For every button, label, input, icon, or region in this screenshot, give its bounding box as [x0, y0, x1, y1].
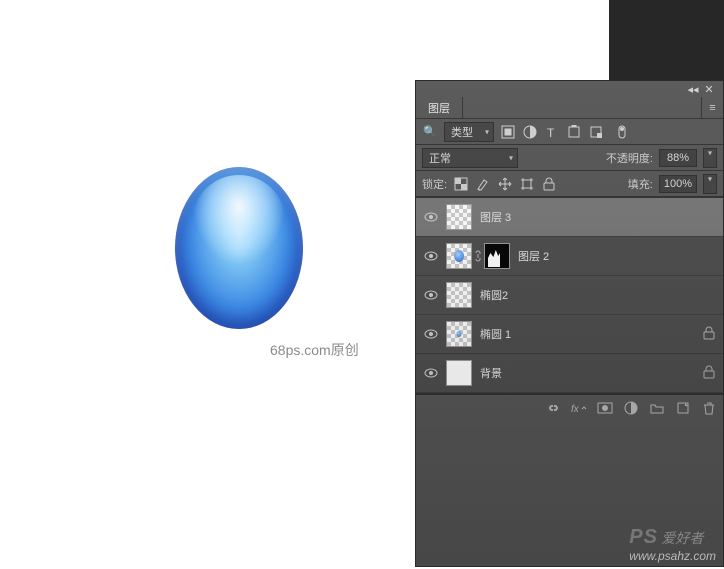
filter-type-value: 类型 — [451, 124, 473, 140]
watermark-cn: 爱好者 — [661, 530, 703, 546]
blend-row: 正常 ▾ 不透明度: 88% ▾ — [416, 145, 723, 171]
footer-mask-icon[interactable] — [597, 400, 613, 416]
lock-artboard-icon[interactable] — [519, 176, 535, 192]
opacity-dropdown[interactable]: ▾ — [703, 148, 717, 168]
panel-top-controls: ◂◂ ✕ — [416, 81, 723, 97]
watermark-url: www.psahz.com — [629, 549, 716, 563]
footer-group-icon[interactable] — [649, 400, 665, 416]
visibility-toggle[interactable] — [424, 210, 438, 224]
lock-transparent-icon[interactable] — [453, 176, 469, 192]
opacity-label: 不透明度: — [606, 150, 653, 166]
visibility-toggle[interactable] — [424, 366, 438, 380]
layer-thumbs — [446, 282, 472, 308]
layer-thumbnail[interactable] — [446, 243, 472, 269]
filter-shape-icon[interactable] — [566, 124, 582, 140]
layer-row[interactable]: 椭圆 1 — [416, 315, 723, 354]
collapse-icon[interactable]: ◂◂ — [685, 81, 701, 97]
tab-layers[interactable]: 图层 — [416, 97, 463, 118]
lock-position-icon[interactable] — [497, 176, 513, 192]
filter-type-select[interactable]: 类型 ▾ — [444, 122, 494, 142]
filter-pixel-icon[interactable] — [500, 124, 516, 140]
layer-thumbs — [446, 321, 472, 347]
lock-icon — [703, 365, 715, 382]
layer-row[interactable]: 图层 2 — [416, 237, 723, 276]
layer-thumbnail[interactable] — [446, 360, 472, 386]
watermark: PS 爱好者 www.psahz.com — [629, 526, 716, 563]
layer-list: 图层 3 图层 2 椭圆2 椭圆 1 — [416, 197, 723, 393]
search-icon[interactable]: 🔍 — [422, 124, 438, 140]
svg-text:T: T — [547, 126, 555, 139]
lock-icon — [703, 326, 715, 343]
panel-menu-icon[interactable]: ≡ — [701, 97, 723, 118]
visibility-toggle[interactable] — [424, 327, 438, 341]
lock-all-icon[interactable] — [541, 176, 557, 192]
footer-link-icon[interactable] — [545, 400, 561, 416]
watermark-logo: PS — [629, 526, 658, 548]
credit-text: 68ps.com原创 — [270, 340, 359, 360]
layer-row[interactable]: 图层 3 — [416, 198, 723, 237]
filter-smart-icon[interactable] — [588, 124, 604, 140]
blend-mode-select[interactable]: 正常 ▾ — [422, 148, 518, 168]
layer-name[interactable]: 图层 2 — [518, 248, 549, 264]
chevron-down-icon: ▾ — [708, 149, 712, 158]
layer-thumbnail[interactable] — [446, 321, 472, 347]
artwork-orb — [175, 167, 303, 329]
layer-mask-thumbnail[interactable] — [484, 243, 510, 269]
layer-thumbnail[interactable] — [446, 204, 472, 230]
layer-thumbs — [446, 204, 472, 230]
app-dark-area — [609, 0, 724, 80]
visibility-toggle[interactable] — [424, 288, 438, 302]
footer-trash-icon[interactable] — [701, 400, 717, 416]
lock-paint-icon[interactable] — [475, 176, 491, 192]
layer-thumbs — [446, 243, 510, 269]
close-icon[interactable]: ✕ — [701, 81, 717, 97]
document-canvas: 68ps.com原创 — [0, 0, 415, 569]
filter-toggle-icon[interactable] — [614, 124, 630, 140]
layer-thumbs — [446, 360, 472, 386]
fill-field[interactable]: 100% — [659, 175, 697, 193]
footer-adjust-icon[interactable] — [623, 400, 639, 416]
fill-label: 填充: — [628, 176, 653, 192]
layer-row[interactable]: 椭圆2 — [416, 276, 723, 315]
chevron-down-icon: ▾ — [485, 127, 489, 136]
layer-name[interactable]: 图层 3 — [480, 209, 511, 225]
filter-type-text-icon[interactable]: T — [544, 124, 560, 140]
layer-name[interactable]: 背景 — [480, 365, 502, 381]
layer-row[interactable]: 背景 — [416, 354, 723, 393]
lock-row: 锁定: 填充: 100% ▾ — [416, 171, 723, 197]
footer-new-icon[interactable] — [675, 400, 691, 416]
chevron-down-icon: ▾ — [708, 175, 712, 184]
mask-link-icon[interactable] — [474, 250, 482, 262]
opacity-field[interactable]: 88% — [659, 149, 697, 167]
layer-name[interactable]: 椭圆 1 — [480, 326, 511, 342]
panel-footer: fx — [416, 394, 723, 420]
panel-tabs: 图层 ≡ — [416, 97, 723, 119]
filter-adjust-icon[interactable] — [522, 124, 538, 140]
layers-panel: ◂◂ ✕ 图层 ≡ 🔍 类型 ▾ T 正常 ▾ 不透明度: 88% ▾ 锁定: — [415, 80, 724, 567]
layer-name[interactable]: 椭圆2 — [480, 287, 508, 303]
fill-dropdown[interactable]: ▾ — [703, 174, 717, 194]
chevron-down-icon: ▾ — [509, 153, 513, 162]
svg-text:fx: fx — [571, 404, 580, 415]
footer-fx-icon[interactable]: fx — [571, 400, 587, 416]
visibility-toggle[interactable] — [424, 249, 438, 263]
lock-label: 锁定: — [422, 176, 447, 192]
layer-thumbnail[interactable] — [446, 282, 472, 308]
blend-mode-value: 正常 — [429, 150, 451, 166]
filter-row: 🔍 类型 ▾ T — [416, 119, 723, 145]
